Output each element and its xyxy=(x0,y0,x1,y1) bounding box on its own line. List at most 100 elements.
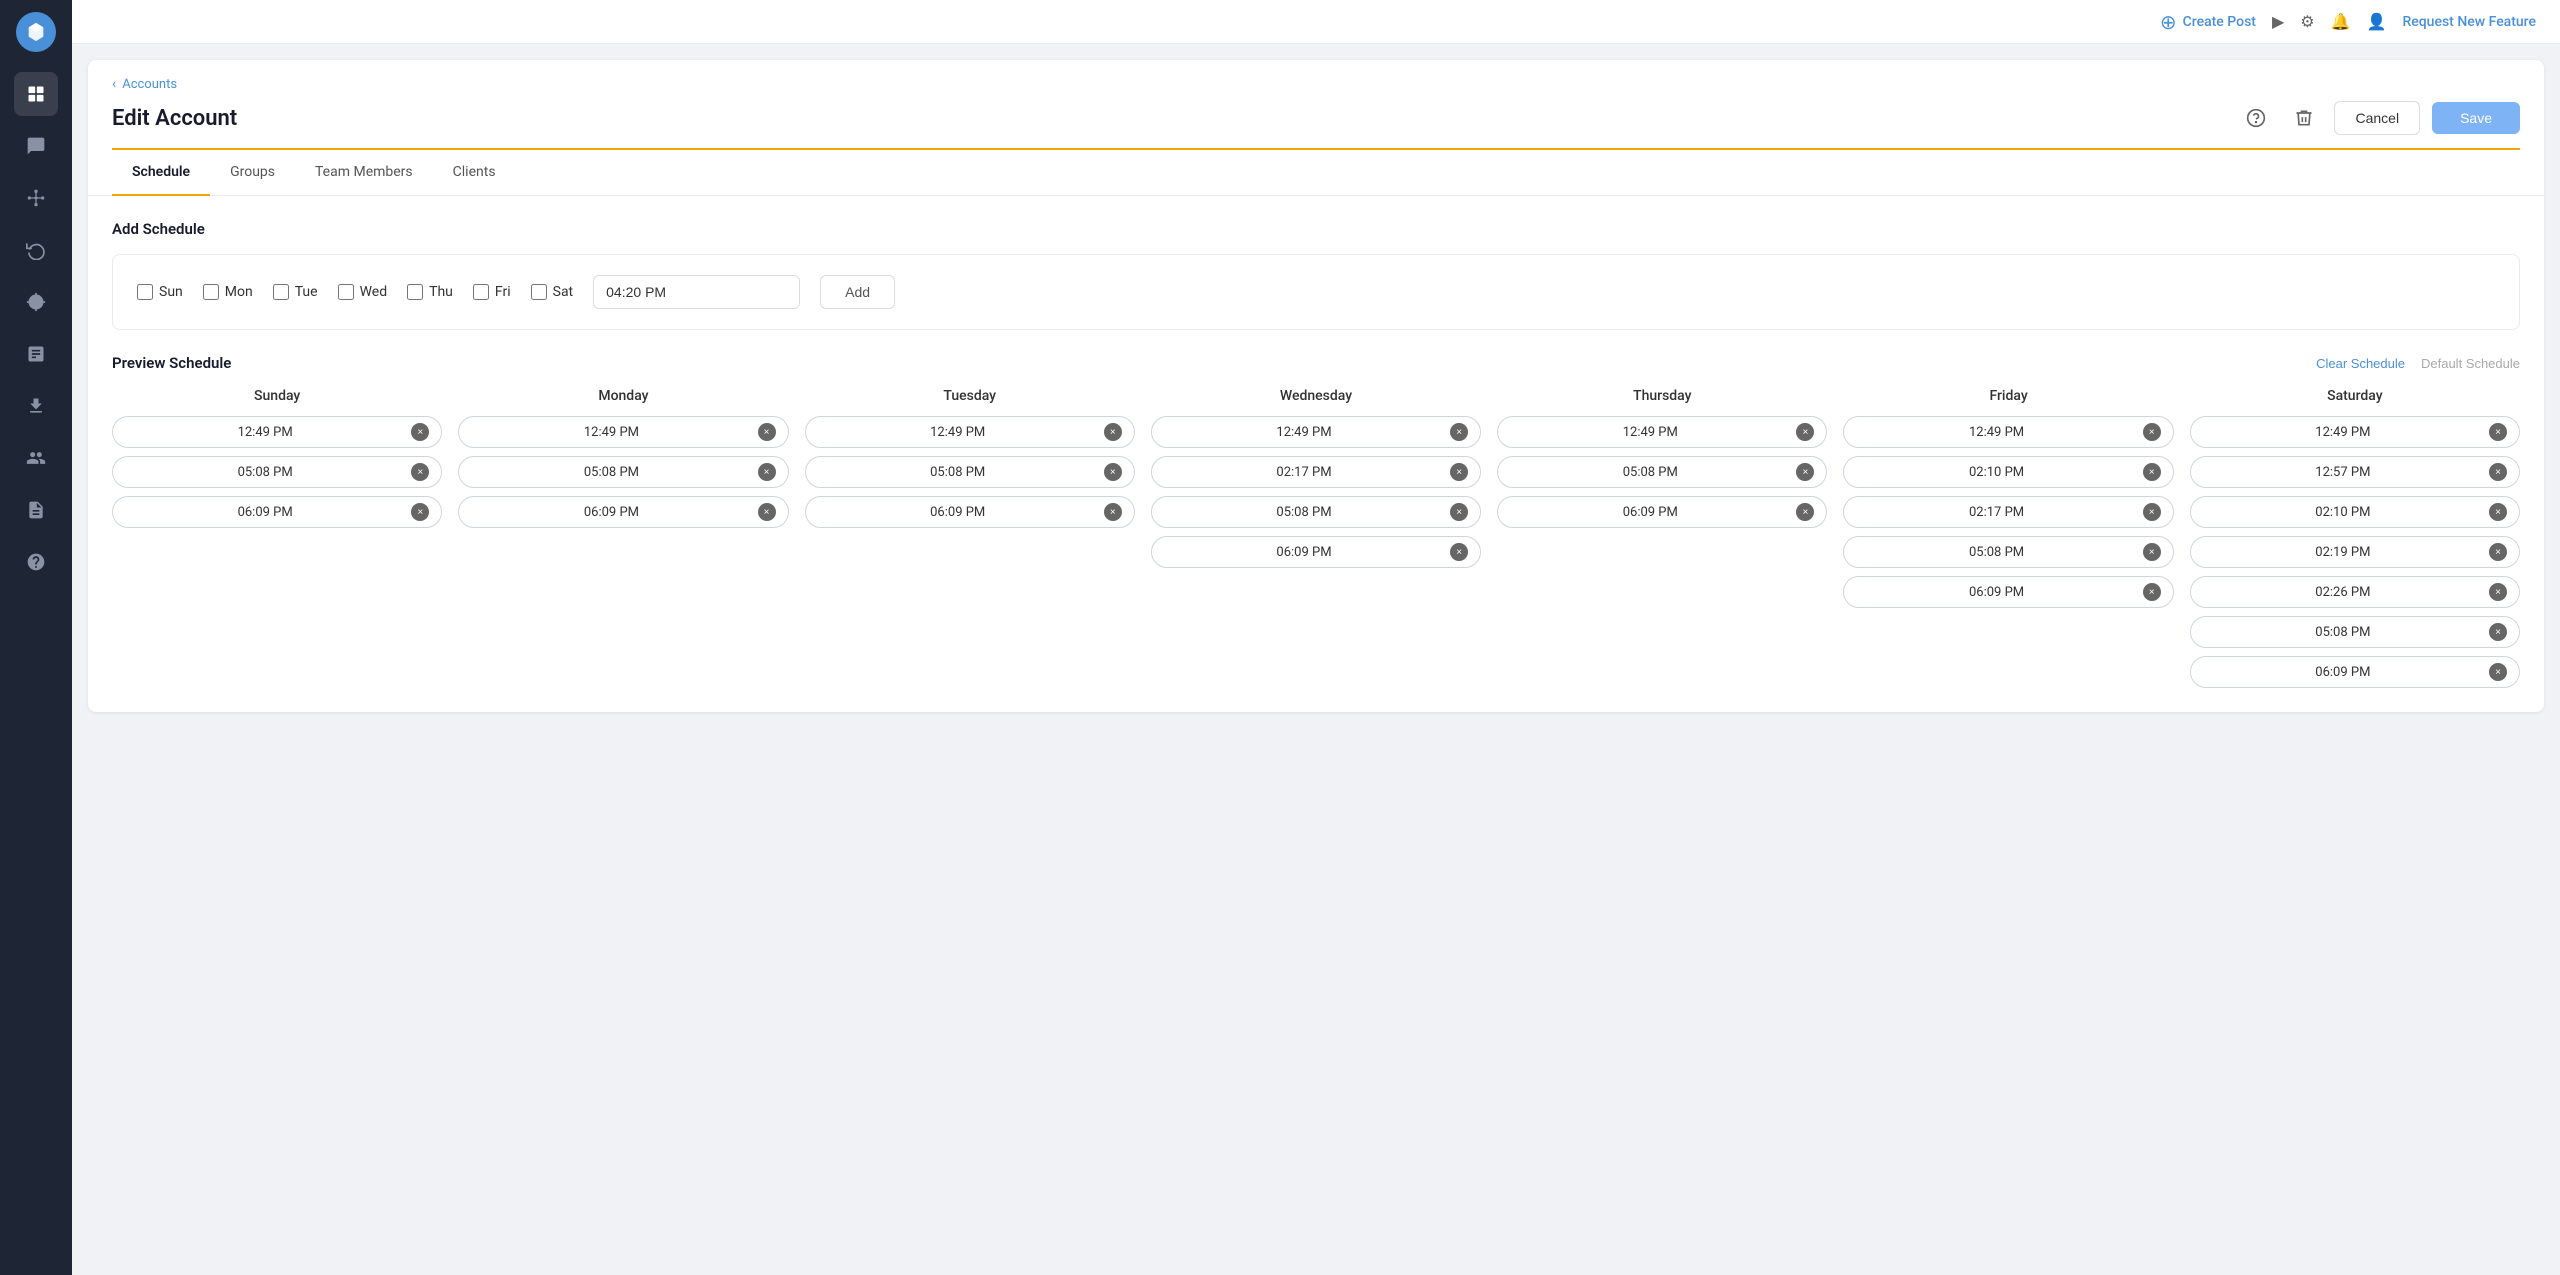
clear-schedule-button[interactable]: Clear Schedule xyxy=(2316,356,2405,371)
tab-team-members[interactable]: Team Members xyxy=(295,150,433,196)
day-checkbox-tue[interactable]: Tue xyxy=(273,284,318,300)
time-label: 02:17 PM xyxy=(1164,465,1444,480)
day-col-wednesday: Wednesday12:49 PM×02:17 PM×05:08 PM×06:0… xyxy=(1151,388,1481,688)
sidebar-item-downloads[interactable] xyxy=(14,384,58,428)
day-checkbox-thu[interactable]: Thu xyxy=(407,284,453,300)
create-post-button[interactable]: ⊕ Create Post xyxy=(2160,10,2256,34)
help-button[interactable] xyxy=(2238,100,2274,136)
user-icon[interactable]: 👤 xyxy=(2367,12,2387,31)
day-col-tuesday: Tuesday12:49 PM×05:08 PM×06:09 PM× xyxy=(805,388,1135,688)
remove-time-button[interactable]: × xyxy=(1450,463,1468,481)
day-header-monday: Monday xyxy=(598,388,648,404)
save-button[interactable]: Save xyxy=(2432,102,2520,134)
remove-time-button[interactable]: × xyxy=(2489,543,2507,561)
tab-groups[interactable]: Groups xyxy=(210,150,295,196)
remove-time-button[interactable]: × xyxy=(2143,543,2161,561)
breadcrumb[interactable]: ‹ Accounts xyxy=(112,76,2520,92)
gear-icon[interactable]: ⚙ xyxy=(2300,12,2314,31)
bell-icon[interactable]: 🔔 xyxy=(2331,12,2351,31)
remove-time-button[interactable]: × xyxy=(411,463,429,481)
checkbox-fri[interactable] xyxy=(473,284,489,300)
remove-time-button[interactable]: × xyxy=(2489,623,2507,641)
add-button[interactable]: Add xyxy=(820,275,895,309)
remove-time-button[interactable]: × xyxy=(1796,423,1814,441)
play-icon[interactable]: ▶ xyxy=(2272,12,2284,31)
day-checkbox-wed[interactable]: Wed xyxy=(338,284,388,300)
tab-clients[interactable]: Clients xyxy=(433,150,516,196)
time-input[interactable] xyxy=(593,275,800,309)
time-pill: 02:26 PM× xyxy=(2190,576,2520,608)
time-label: 12:49 PM xyxy=(2203,425,2483,440)
remove-time-button[interactable]: × xyxy=(1796,503,1814,521)
remove-time-button[interactable]: × xyxy=(2489,663,2507,681)
tab-schedule[interactable]: Schedule xyxy=(112,150,210,196)
time-pill: 12:49 PM× xyxy=(805,416,1135,448)
day-checkbox-sat[interactable]: Sat xyxy=(531,284,574,300)
remove-time-button[interactable]: × xyxy=(2489,423,2507,441)
schedule-grid: Sunday12:49 PM×05:08 PM×06:09 PM×Monday1… xyxy=(112,388,2520,688)
remove-time-button[interactable]: × xyxy=(2143,463,2161,481)
day-col-friday: Friday12:49 PM×02:10 PM×02:17 PM×05:08 P… xyxy=(1843,388,2173,688)
sidebar-item-network[interactable] xyxy=(14,176,58,220)
checkbox-wed[interactable] xyxy=(338,284,354,300)
time-label: 06:09 PM xyxy=(2203,665,2483,680)
remove-time-button[interactable]: × xyxy=(1104,463,1122,481)
checkbox-thu[interactable] xyxy=(407,284,423,300)
remove-time-button[interactable]: × xyxy=(1450,503,1468,521)
sidebar-item-recycle[interactable] xyxy=(14,228,58,272)
time-label: 06:09 PM xyxy=(1164,545,1444,560)
time-label: 05:08 PM xyxy=(2203,625,2483,640)
remove-time-button[interactable]: × xyxy=(758,423,776,441)
day-checkbox-sun[interactable]: Sun xyxy=(137,284,183,300)
sidebar-item-support[interactable] xyxy=(14,540,58,584)
preview-actions: Clear Schedule Default Schedule xyxy=(2316,356,2520,371)
time-label: 05:08 PM xyxy=(1856,545,2136,560)
sidebar-item-dashboard[interactable] xyxy=(14,72,58,116)
day-header-sunday: Sunday xyxy=(254,388,300,404)
time-pill: 02:19 PM× xyxy=(2190,536,2520,568)
remove-time-button[interactable]: × xyxy=(758,463,776,481)
sidebar-item-analytics[interactable] xyxy=(14,332,58,376)
content-area: ‹ Accounts Edit Account Cancel Save xyxy=(72,44,2560,1275)
sidebar-item-messages[interactable] xyxy=(14,124,58,168)
time-label: 05:08 PM xyxy=(471,465,751,480)
remove-time-button[interactable]: × xyxy=(1450,423,1468,441)
sidebar-item-broadcast[interactable] xyxy=(14,280,58,324)
day-checkbox-mon[interactable]: Mon xyxy=(203,284,253,300)
day-checkbox-fri[interactable]: Fri xyxy=(473,284,511,300)
remove-time-button[interactable]: × xyxy=(1104,423,1122,441)
logo[interactable] xyxy=(16,12,56,52)
remove-time-button[interactable]: × xyxy=(1450,543,1468,561)
default-schedule-button[interactable]: Default Schedule xyxy=(2421,356,2520,371)
remove-time-button[interactable]: × xyxy=(1796,463,1814,481)
time-pill: 06:09 PM× xyxy=(1497,496,1827,528)
time-pill: 05:08 PM × xyxy=(1843,536,2173,568)
remove-time-button[interactable]: × xyxy=(2143,583,2161,601)
checkbox-sun[interactable] xyxy=(137,284,153,300)
remove-time-button[interactable]: × xyxy=(2143,423,2161,441)
time-pill: 12:57 PM× xyxy=(2190,456,2520,488)
remove-time-button[interactable]: × xyxy=(1104,503,1122,521)
day-header-thursday: Thursday xyxy=(1633,388,1691,404)
request-feature-link[interactable]: Request New Feature xyxy=(2402,14,2536,30)
checkbox-sat[interactable] xyxy=(531,284,547,300)
remove-time-button[interactable]: × xyxy=(411,423,429,441)
checkbox-tue[interactable] xyxy=(273,284,289,300)
time-label: 06:09 PM xyxy=(125,505,405,520)
topbar: ⊕ Create Post ▶ ⚙ 🔔 👤 Request New Featur… xyxy=(72,0,2560,44)
remove-time-button[interactable]: × xyxy=(758,503,776,521)
remove-time-button[interactable]: × xyxy=(2489,463,2507,481)
time-label: 12:49 PM xyxy=(471,425,751,440)
remove-time-button[interactable]: × xyxy=(411,503,429,521)
cancel-button[interactable]: Cancel xyxy=(2334,101,2420,135)
remove-time-button[interactable]: × xyxy=(2489,583,2507,601)
time-pill: 06:09 PM × xyxy=(2190,656,2520,688)
delete-button[interactable] xyxy=(2286,100,2322,136)
checkbox-mon[interactable] xyxy=(203,284,219,300)
day-col-thursday: Thursday12:49 PM×05:08 PM×06:09 PM× xyxy=(1497,388,1827,688)
sidebar-item-team[interactable] xyxy=(14,436,58,480)
remove-time-button[interactable]: × xyxy=(2143,503,2161,521)
sidebar-item-reports[interactable] xyxy=(14,488,58,532)
time-label: 06:09 PM xyxy=(818,505,1098,520)
remove-time-button[interactable]: × xyxy=(2489,503,2507,521)
